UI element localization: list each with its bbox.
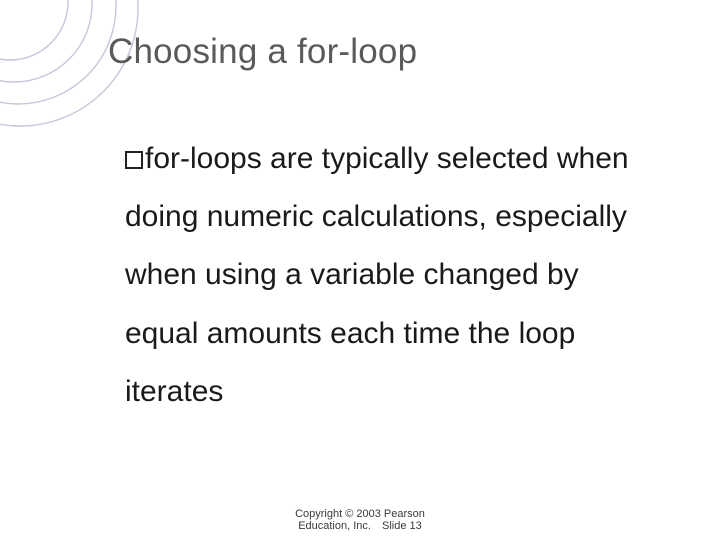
footer: Copyright © 2003 Pearson Education, Inc.… (0, 508, 720, 532)
body-text: for-loops are typically selected when do… (125, 130, 655, 421)
bullet-square-icon (125, 151, 143, 169)
slide-title: Choosing a for-loop (108, 32, 417, 72)
body-rest: are typically selected when doing numeri… (125, 142, 629, 408)
body-lead: for-loops (145, 142, 262, 175)
slide-number: Slide 13 (382, 520, 422, 532)
copyright-line1: Copyright © 2003 Pearson (0, 508, 720, 520)
copyright-line2: Education, Inc. (298, 520, 371, 532)
